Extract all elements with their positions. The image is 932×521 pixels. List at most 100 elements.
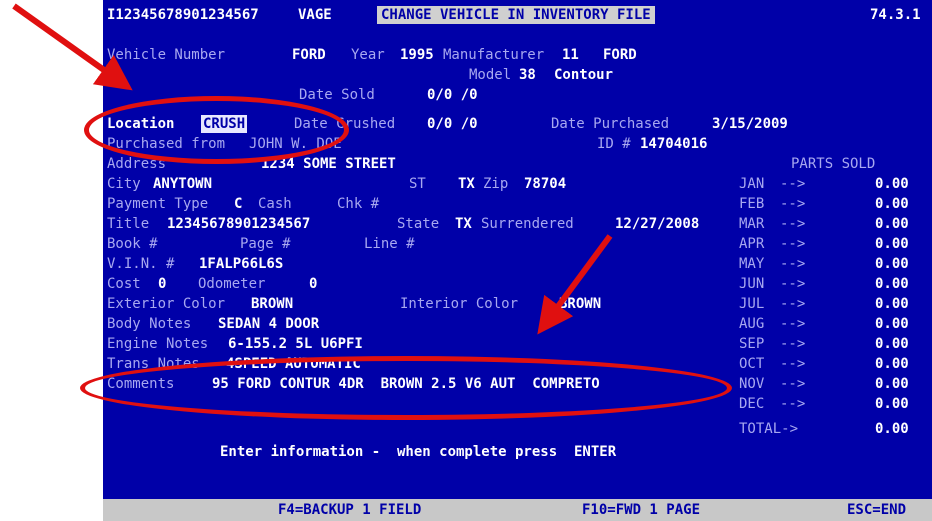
- manufacturer-code-field[interactable]: 11: [562, 46, 579, 64]
- payment-type-field[interactable]: C: [234, 195, 242, 213]
- trans-notes-field[interactable]: 4SPEED AUTOMATIC: [226, 355, 361, 373]
- parts-month-arrow: -->: [780, 196, 806, 212]
- parts-month-label: NOV: [739, 376, 765, 392]
- esc-end-key[interactable]: ESC=END: [847, 501, 906, 519]
- state-field[interactable]: TX: [458, 175, 475, 193]
- parts-month-label: FEB: [739, 196, 765, 212]
- state-label: ST: [409, 176, 426, 192]
- date-crushed-field[interactable]: 0/0 /0: [427, 115, 478, 133]
- parts-month-label: JUN: [739, 276, 765, 292]
- exterior-color-label: Exterior Color: [107, 296, 226, 312]
- title-bar: I12345678901234567 VAGE CHANGE VEHICLE I…: [103, 6, 932, 26]
- parts-month-label: JAN: [739, 176, 765, 192]
- title-state-label: State: [397, 216, 440, 232]
- trans-notes-label: Trans Notes: [107, 356, 200, 372]
- f4-backup-key[interactable]: F4=BACKUP 1 FIELD: [278, 501, 421, 519]
- interior-color-field[interactable]: BROWN: [559, 295, 601, 313]
- parts-month-value: 0.00: [875, 376, 909, 392]
- payment-type-label: Payment Type: [107, 196, 209, 212]
- parts-month-arrow: -->: [780, 276, 806, 292]
- parts-month-label: DEC: [739, 396, 765, 412]
- cost-label: Cost: [107, 276, 141, 292]
- record-id: I12345678901234567: [107, 7, 259, 23]
- parts-month-value: 0.00: [875, 356, 909, 372]
- parts-month-value: 0.00: [875, 276, 909, 292]
- prompt-text: Enter information - when complete press …: [220, 444, 617, 460]
- address-label: Address: [107, 156, 167, 172]
- parts-month-label: APR: [739, 236, 765, 252]
- cost-field[interactable]: 0: [158, 275, 166, 293]
- engine-notes-field[interactable]: 6-155.2 5L U6PFI: [228, 335, 363, 353]
- parts-month-value: 0.00: [875, 256, 909, 272]
- body-notes-field[interactable]: SEDAN 4 DOOR: [218, 315, 319, 333]
- parts-month-value: 0.00: [875, 396, 909, 412]
- zip-field[interactable]: 78704: [524, 175, 566, 193]
- line-label: Line #: [364, 236, 415, 252]
- surrendered-label: Surrendered: [481, 216, 574, 232]
- date-sold-field[interactable]: 0/0 /0: [427, 86, 478, 104]
- parts-month-arrow: -->: [780, 256, 806, 272]
- exterior-color-field[interactable]: BROWN: [251, 295, 293, 313]
- book-label: Book #: [107, 236, 158, 252]
- parts-month-value: 0.00: [875, 296, 909, 312]
- parts-month-arrow: -->: [780, 236, 806, 252]
- location-label: Location: [107, 116, 175, 132]
- comments-field[interactable]: 95 FORD CONTUR 4DR BROWN 2.5 V6 AUT COMP…: [212, 375, 600, 393]
- vin-field[interactable]: 1FALP66L6S: [199, 255, 283, 273]
- city-label: City: [107, 176, 141, 192]
- model-code-field[interactable]: 38: [519, 66, 536, 84]
- title-field[interactable]: 12345678901234567: [167, 215, 310, 233]
- parts-month-value: 0.00: [875, 176, 909, 192]
- purchased-from-label: Purchased from: [107, 136, 226, 152]
- parts-month-arrow: -->: [780, 296, 806, 312]
- parts-month-label: SEP: [739, 336, 765, 352]
- date-purchased-label: Date Purchased: [551, 116, 670, 132]
- terminal-screen: I12345678901234567 VAGE CHANGE VEHICLE I…: [103, 0, 932, 521]
- screen-title: CHANGE VEHICLE IN INVENTORY FILE: [377, 6, 655, 24]
- parts-month-arrow: -->: [780, 376, 806, 392]
- parts-month-arrow: -->: [780, 176, 806, 192]
- parts-month-label: OCT: [739, 356, 765, 372]
- address-field[interactable]: 1234 SOME STREET: [261, 155, 396, 173]
- model-label: Model: [469, 67, 512, 83]
- date-crushed-label: Date Crushed: [294, 116, 396, 132]
- odometer-field[interactable]: 0: [309, 275, 317, 293]
- parts-month-arrow: -->: [780, 316, 806, 332]
- parts-month-label: MAY: [739, 256, 765, 272]
- parts-month-value: 0.00: [875, 316, 909, 332]
- date-purchased-field[interactable]: 3/15/2009: [712, 115, 788, 133]
- parts-month-value: 0.00: [875, 196, 909, 212]
- location-field[interactable]: CRUSH: [201, 115, 248, 133]
- odometer-label: Odometer: [198, 276, 266, 292]
- title-label: Title: [107, 216, 150, 232]
- purchased-from-field[interactable]: JOHN W. DOE: [249, 135, 342, 153]
- city-field[interactable]: ANYTOWN: [153, 175, 212, 193]
- page-label: Page #: [240, 236, 291, 252]
- parts-month-arrow: -->: [780, 216, 806, 232]
- vehicle-number-field[interactable]: FORD: [292, 46, 326, 64]
- f10-forward-key[interactable]: F10=FWD 1 PAGE: [582, 501, 700, 519]
- surrendered-field[interactable]: 12/27/2008: [615, 215, 699, 233]
- parts-month-label: MAR: [739, 216, 765, 232]
- model-name: Contour: [554, 67, 614, 83]
- vehicle-number-label: Vehicle Number: [107, 47, 226, 63]
- function-key-bar: F4=BACKUP 1 FIELD F10=FWD 1 PAGE ESC=END: [103, 499, 932, 521]
- year-field[interactable]: 1995: [400, 46, 434, 64]
- parts-total-value: 0.00: [875, 421, 909, 437]
- vin-label: V.I.N. #: [107, 256, 175, 272]
- id-field[interactable]: 14704016: [640, 135, 707, 153]
- payment-type-text: Cash: [258, 196, 292, 212]
- comments-label: Comments: [107, 376, 175, 392]
- interior-color-label: Interior Color: [400, 296, 519, 312]
- manufacturer-name: FORD: [603, 47, 637, 63]
- parts-sold-title: PARTS SOLD: [791, 156, 876, 172]
- parts-month-value: 0.00: [875, 336, 909, 352]
- id-label: ID #: [597, 136, 631, 152]
- zip-label: Zip: [483, 176, 509, 192]
- year-label: Year: [351, 47, 385, 63]
- parts-month-label: AUG: [739, 316, 765, 332]
- title-state-field[interactable]: TX: [455, 215, 472, 233]
- check-number-label: Chk #: [337, 196, 380, 212]
- body-notes-label: Body Notes: [107, 316, 192, 332]
- parts-month-value: 0.00: [875, 236, 909, 252]
